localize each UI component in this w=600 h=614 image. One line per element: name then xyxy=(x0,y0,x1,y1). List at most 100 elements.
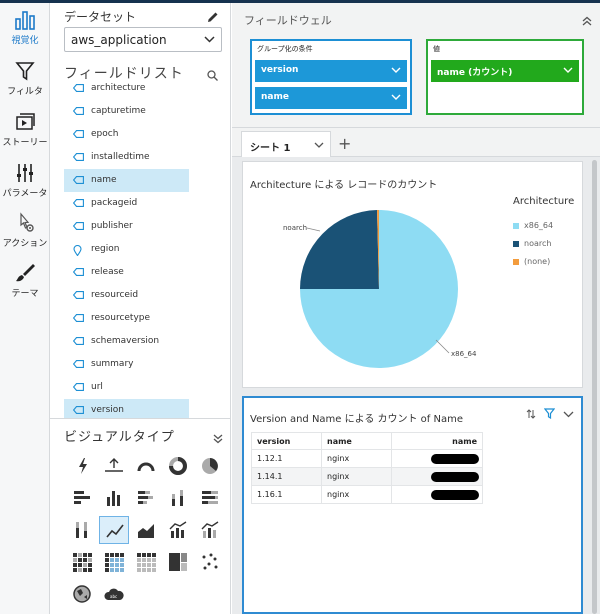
tag-icon xyxy=(73,199,84,207)
column-header[interactable]: name xyxy=(321,432,392,450)
geo-map-icon xyxy=(73,585,91,603)
rail-item-visualize[interactable]: 視覚化 xyxy=(0,9,50,61)
visual-type-combo-bar-line[interactable] xyxy=(163,516,193,544)
pivot-table-icon xyxy=(105,553,124,572)
visual-type-tree-map[interactable] xyxy=(163,548,193,576)
field-item-url[interactable]: url xyxy=(64,376,189,399)
visual-type-scatter[interactable] xyxy=(195,548,225,576)
field-item-architecture[interactable]: architecture xyxy=(64,82,189,100)
field-item-name[interactable]: name xyxy=(64,169,189,192)
visual-type-pie[interactable] xyxy=(195,452,225,480)
legend-swatch xyxy=(513,223,519,229)
double-chevron-down-icon[interactable] xyxy=(213,429,223,448)
column-header[interactable]: version xyxy=(251,432,322,450)
visual-type-word-cloud[interactable]: abc xyxy=(99,580,129,608)
add-sheet-button[interactable]: + xyxy=(338,134,351,153)
visual-type-heat-map[interactable] xyxy=(67,548,97,576)
slice-label-noarch: noarch xyxy=(283,224,307,232)
field-item-epoch[interactable]: epoch xyxy=(64,123,189,146)
value-well[interactable]: 値 name (カウント) xyxy=(426,39,584,115)
dataset-select-value: aws_application xyxy=(71,33,167,47)
pie-icon xyxy=(202,458,218,474)
visual-type-donut[interactable] xyxy=(163,452,193,480)
visual-type-vertical-stacked-bar[interactable] xyxy=(163,484,193,512)
left-nav-rail: 視覚化 フィルタ ストーリー パラメータ アクション テーマ xyxy=(0,3,50,614)
visual-type-geo-map[interactable] xyxy=(67,580,97,608)
tag-icon xyxy=(73,130,84,138)
funnel-icon[interactable] xyxy=(544,408,555,419)
pencil-icon[interactable] xyxy=(207,8,219,27)
field-item-installedtime[interactable]: installedtime xyxy=(64,146,189,169)
visual-type-vertical-percent-bar[interactable] xyxy=(67,516,97,544)
tag-icon xyxy=(73,107,84,115)
rail-item-story[interactable]: ストーリー xyxy=(0,111,50,163)
rail-item-parameters[interactable]: パラメータ xyxy=(0,162,50,214)
field-item-resourceid[interactable]: resourceid xyxy=(64,284,189,307)
tab-sheet-1[interactable]: シート 1 xyxy=(241,131,331,158)
table-row[interactable]: 1.16.1 nginx xyxy=(251,485,483,504)
pill-label: version xyxy=(261,65,299,75)
field-item-schemaversion[interactable]: schemaversion xyxy=(64,330,189,353)
funnel-icon xyxy=(15,62,35,81)
legend-title: Architecture xyxy=(513,196,575,207)
visual-type-line[interactable] xyxy=(99,516,129,544)
canvas-scrollbar[interactable] xyxy=(592,160,597,614)
double-chevron-up-icon[interactable] xyxy=(582,11,592,30)
vertical-percent-bar-icon xyxy=(76,522,87,538)
tag-icon xyxy=(73,268,84,276)
pie-slice-noarch[interactable] xyxy=(300,210,379,289)
field-item-version[interactable]: version xyxy=(64,399,189,418)
field-name: capturetime xyxy=(91,106,146,116)
rail-item-filter[interactable]: フィルタ xyxy=(0,60,50,112)
sliders-icon xyxy=(17,164,33,182)
pill-label: name (カウント) xyxy=(437,68,513,78)
chevron-down-icon xyxy=(391,67,401,73)
visual-type-table[interactable] xyxy=(131,548,161,576)
visual-type-vertical-bar[interactable] xyxy=(99,484,129,512)
combo-stacked-line-icon xyxy=(201,521,219,538)
field-item-capturetime[interactable]: capturetime xyxy=(64,100,189,123)
dataset-select[interactable]: aws_application xyxy=(64,27,222,52)
field-item-resourcetype[interactable]: resourcetype xyxy=(64,307,189,330)
visual-type-combo-stacked-line[interactable] xyxy=(195,516,225,544)
chevron-down-icon[interactable] xyxy=(563,411,574,418)
table-row[interactable]: 1.12.1 nginx xyxy=(251,449,483,468)
rail-label-filter: フィルタ xyxy=(7,87,43,97)
group-by-field-version[interactable]: version xyxy=(255,60,407,82)
visual-type-horizontal-stacked-bar[interactable] xyxy=(131,484,161,512)
field-name: publisher xyxy=(91,221,133,231)
table-visual[interactable]: Version and Name による カウント of Name versio… xyxy=(242,396,583,614)
visual-type-horizontal-bar[interactable] xyxy=(67,484,97,512)
visual-type-kpi[interactable] xyxy=(99,452,129,480)
field-item-publisher[interactable]: publisher xyxy=(64,215,189,238)
horizontal-bar-icon xyxy=(74,491,90,504)
value-field-name-count[interactable]: name (カウント) xyxy=(431,60,579,82)
visual-type-gauge[interactable] xyxy=(131,452,161,480)
field-list: architecture capturetime epoch installedtim… xyxy=(64,82,209,418)
column-header[interactable]: name xyxy=(391,432,483,450)
visual-type-autograph[interactable] xyxy=(67,452,97,480)
field-item-summary[interactable]: summary xyxy=(64,353,189,376)
field-item-packageid[interactable]: packageid xyxy=(64,192,189,215)
field-name: resourcetype xyxy=(91,313,151,323)
visual-type-pivot-table[interactable] xyxy=(99,548,129,576)
field-name: release xyxy=(91,267,124,277)
field-name: architecture xyxy=(91,83,146,93)
field-item-release[interactable]: release xyxy=(64,261,189,284)
rail-item-theme[interactable]: テーマ xyxy=(0,262,50,314)
sort-icon[interactable] xyxy=(526,409,536,419)
table-row[interactable]: 1.14.1 nginx xyxy=(251,467,483,486)
field-name: epoch xyxy=(91,129,119,139)
visual-type-horizontal-percent-bar[interactable] xyxy=(195,484,225,512)
sheet-tab-bar: シート 1 + xyxy=(232,128,600,158)
rail-item-actions[interactable]: アクション xyxy=(0,212,50,264)
pie-chart-visual[interactable]: Architecture による レコードのカウント noarch x86_64… xyxy=(242,161,583,388)
group-by-well[interactable]: グループ化の条件 version name xyxy=(250,39,412,115)
autograph-icon xyxy=(79,458,87,474)
heat-map-icon xyxy=(73,553,92,572)
field-item-region[interactable]: region xyxy=(64,238,189,261)
group-by-field-name[interactable]: name xyxy=(255,87,407,109)
chevron-down-icon[interactable] xyxy=(314,142,324,148)
combo-bar-line-icon xyxy=(169,521,187,538)
visual-type-area-line[interactable] xyxy=(131,516,161,544)
